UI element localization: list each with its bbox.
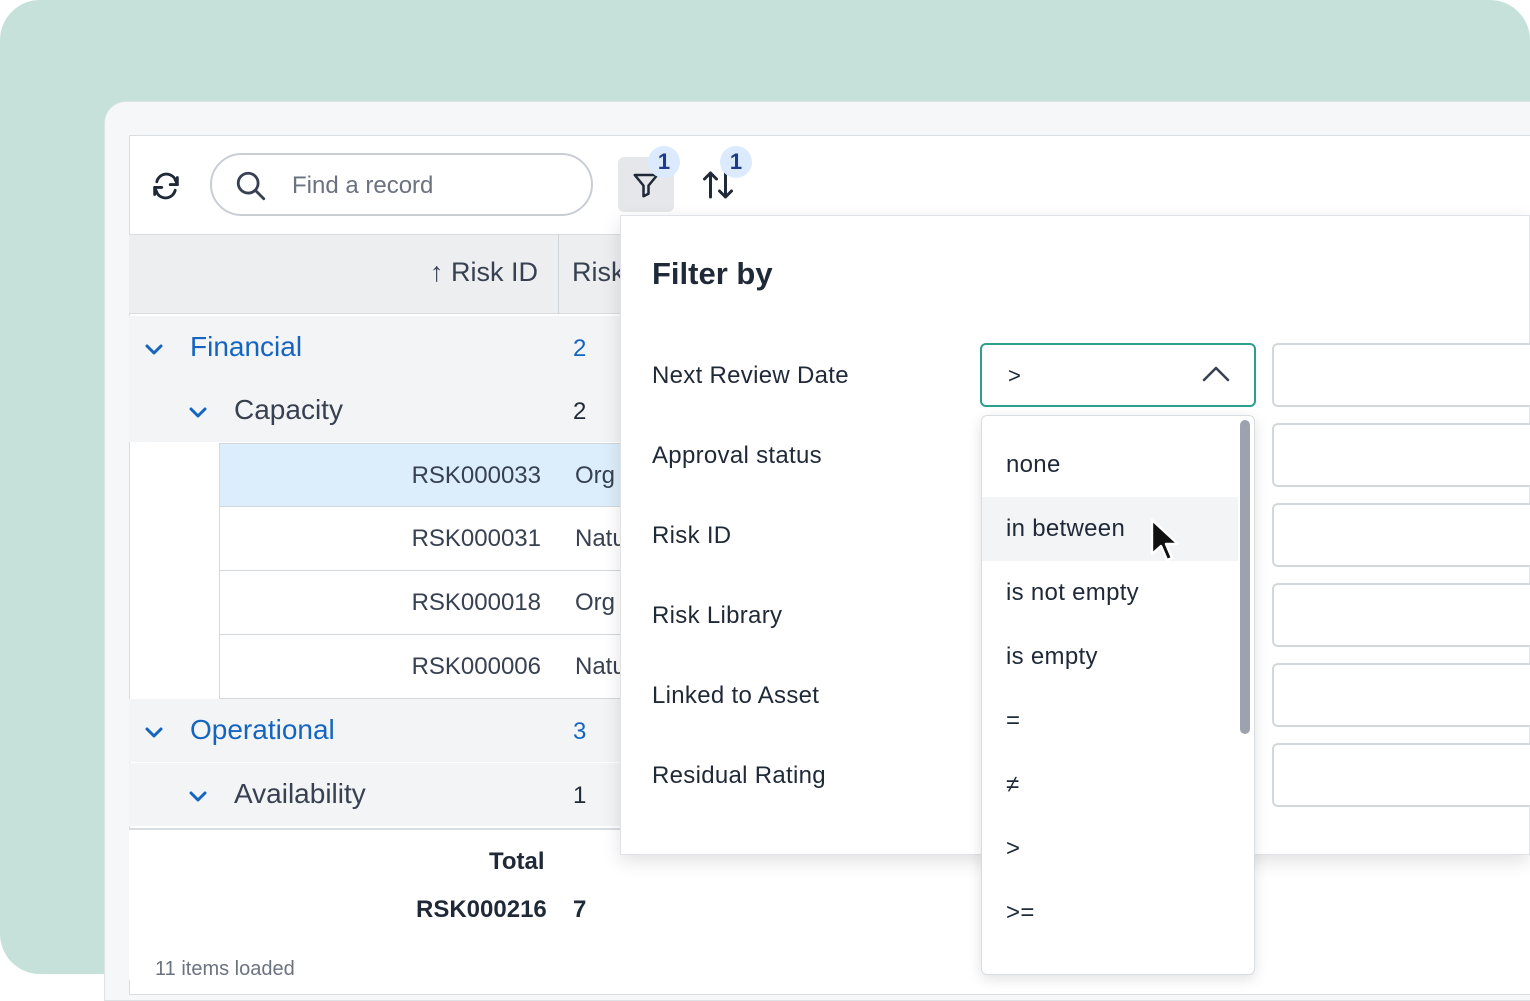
operator-option-label: ≠ — [1006, 771, 1020, 798]
filter-field-risk-id: Risk ID — [652, 522, 732, 549]
column-divider[interactable] — [558, 234, 559, 314]
table-row[interactable]: RSK000033 Org — [219, 443, 629, 507]
mouse-cursor-icon — [1150, 518, 1180, 562]
filter-field-approval-status: Approval status — [652, 442, 822, 469]
filter-field-linked-to-asset: Linked to Asset — [652, 682, 820, 709]
operator-option[interactable]: in between — [982, 497, 1238, 561]
cell-risk-id: RSK000033 — [411, 462, 541, 489]
refresh-button[interactable] — [147, 167, 185, 205]
group-label-financial: Financial — [190, 331, 303, 362]
filter-field-next-review-date: Next Review Date — [652, 362, 849, 389]
table-row[interactable]: RSK000018 Org — [219, 571, 629, 635]
filter-value-input[interactable] — [1272, 663, 1530, 727]
table-row[interactable]: RSK000031 Natu — [219, 507, 629, 571]
group-count-financial: 2 — [573, 335, 587, 362]
operator-option[interactable]: >= — [982, 881, 1238, 945]
total-risk-id: RSK000216 — [416, 896, 547, 923]
operator-option[interactable]: none — [982, 433, 1238, 497]
cell-risk-id: RSK000031 — [411, 525, 541, 552]
filter-field-residual-rating: Residual Rating — [652, 762, 826, 789]
items-loaded-note: 11 items loaded — [155, 958, 295, 980]
operator-option[interactable]: = — [982, 689, 1238, 753]
operator-option-label: in between — [1006, 515, 1126, 542]
group-count-operational: 3 — [573, 718, 587, 745]
group-count-availability: 1 — [573, 782, 587, 809]
filter-value-input[interactable] — [1272, 503, 1530, 567]
total-label: Total — [489, 848, 545, 875]
operator-option[interactable]: ≠ — [982, 753, 1238, 817]
operator-option[interactable]: is not empty — [982, 561, 1238, 625]
chevron-down-icon[interactable] — [142, 337, 166, 361]
operator-option[interactable]: is empty — [982, 625, 1238, 689]
search-input[interactable] — [290, 167, 574, 205]
operator-option-label: > — [1006, 835, 1021, 862]
chevron-down-icon[interactable] — [142, 720, 166, 744]
operator-option-label: = — [1006, 707, 1021, 734]
operator-select-value: > — [1008, 363, 1021, 388]
filter-value-input[interactable] — [1272, 423, 1530, 487]
cell-risk-id: RSK000006 — [411, 653, 541, 680]
chevron-down-icon[interactable] — [186, 400, 210, 424]
column-header-risk-id[interactable]: ↑ Risk ID — [430, 257, 538, 288]
cell-risk: Natu — [575, 653, 626, 680]
group-count-capacity: 2 — [573, 398, 587, 425]
total-count: 7 — [573, 896, 587, 923]
chevron-up-icon — [1202, 366, 1230, 382]
filter-value-input[interactable] — [1272, 583, 1530, 647]
filter-value-input[interactable] — [1272, 343, 1530, 407]
filter-count-badge: 1 — [648, 146, 680, 178]
operator-option-label: >= — [1006, 899, 1035, 926]
operator-select[interactable]: > — [980, 343, 1256, 407]
filter-field-risk-library: Risk Library — [652, 602, 783, 629]
cell-risk: Natu — [575, 525, 626, 552]
search-box[interactable] — [210, 153, 593, 216]
table-row[interactable]: RSK000006 Natu — [219, 635, 629, 699]
cell-risk-id: RSK000018 — [411, 589, 541, 616]
group-label-capacity: Capacity — [234, 394, 343, 425]
grid-header — [129, 234, 629, 314]
chevron-down-icon[interactable] — [186, 784, 210, 808]
cell-risk: Org — [575, 462, 616, 489]
operator-option-label: none — [1006, 451, 1061, 478]
operator-option-label: is empty — [1006, 643, 1098, 670]
filter-title: Filter by — [652, 256, 773, 291]
dropdown-scrollbar[interactable] — [1240, 420, 1250, 734]
group-label-availability: Availability — [234, 778, 366, 809]
search-icon — [236, 171, 266, 201]
column-header-risk[interactable]: Risk — [572, 257, 625, 288]
group-label-operational: Operational — [190, 714, 335, 745]
operator-option[interactable]: > — [982, 817, 1238, 881]
refresh-icon — [153, 172, 179, 200]
sort-count-badge: 1 — [720, 146, 752, 178]
operator-option-label: is not empty — [1006, 579, 1139, 606]
filter-value-input[interactable] — [1272, 743, 1530, 807]
cell-risk: Org — [575, 589, 616, 616]
